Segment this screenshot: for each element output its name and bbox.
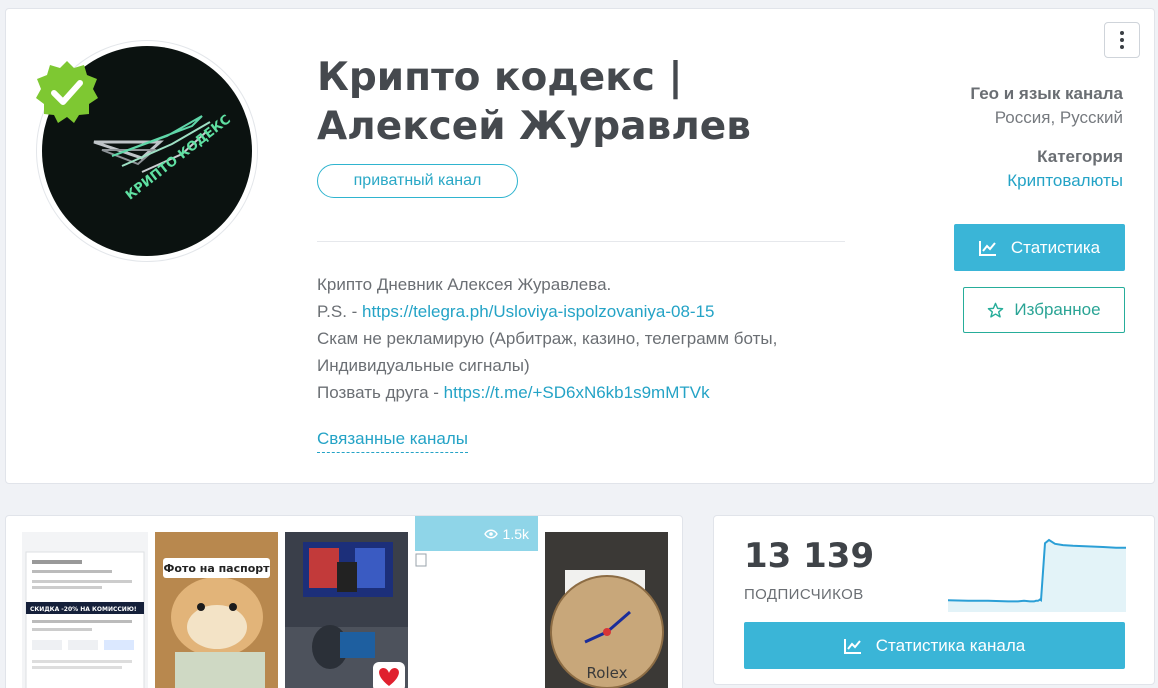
channel-title: Крипто кодекс | Алексей Журавлев (317, 55, 751, 149)
description-line: Крипто Дневник Алексея Журавлева. (317, 275, 612, 294)
category-label: Категория (1037, 147, 1123, 166)
channel-statistics-button[interactable]: Статистика канала (744, 622, 1125, 669)
post-thumbnail[interactable]: СКИДКА -20% НА КОМИССИЮ! (22, 532, 148, 688)
invite-link[interactable]: https://t.me/+SD6xN6kb1s9mMTVk (444, 383, 710, 402)
more-menu-button[interactable] (1104, 22, 1140, 58)
post-thumbnail[interactable] (285, 532, 408, 688)
svg-text:Фото на паспорт: Фото на паспорт (163, 562, 270, 575)
channel-card: КРИПТО КОДЕКС Крипто кодекс | Алексей Жу… (5, 8, 1155, 484)
star-outline-icon (988, 302, 1004, 318)
post-thumbnail[interactable]: Фото на паспорт (155, 532, 278, 688)
subscribers-card: 13 139 ПОДПИСЧИКОВ Статистика канала (713, 515, 1155, 685)
category-block: Категория Криптовалюты (1007, 145, 1123, 193)
description-link[interactable]: https://telegra.ph/Usloviya-ispolzovaniy… (362, 302, 714, 321)
statistics-button-label: Статистика (1010, 237, 1101, 257)
category-link[interactable]: Криптовалюты (1007, 169, 1123, 193)
description-line: Позвать друга - https://t.me/+SD6xN6kb1s… (317, 383, 710, 402)
description-line: P.S. - https://telegra.ph/Usloviya-ispol… (317, 302, 715, 321)
geo-value: Россия, Русский (994, 108, 1123, 127)
channel-statistics-label: Статистика канала (875, 635, 1026, 655)
chart-line-icon (978, 240, 996, 256)
geo-language-block: Гео и язык канала Россия, Русский (970, 82, 1123, 130)
svg-text:Rolex: Rolex (587, 664, 628, 682)
subscriber-count: 13 139 (744, 536, 875, 576)
more-vertical-icon (1120, 31, 1124, 35)
channel-type-badge: приватный канал (317, 164, 518, 198)
subscriber-label: ПОДПИСЧИКОВ (744, 586, 864, 603)
subscribers-sparkline (948, 538, 1126, 612)
favorite-button-label: Избранное (1014, 300, 1101, 319)
svg-text:СКИДКА -20% НА КОМИССИЮ!: СКИДКА -20% НА КОМИССИЮ! (30, 606, 137, 613)
views-count: 1.5k (502, 525, 529, 542)
related-channels-link[interactable]: Связанные каналы (317, 429, 468, 453)
verified-badge-icon (36, 61, 98, 123)
channel-description: Крипто Дневник Алексея Журавлева. P.S. -… (317, 271, 857, 406)
description-line: Индивидуальные сигналы) (317, 356, 530, 375)
post-thumbnail[interactable]: Rolex (545, 532, 668, 688)
divider (317, 241, 845, 242)
geo-label: Гео и язык канала (970, 84, 1123, 103)
recent-posts-card: СКИДКА -20% НА КОМИССИЮ! Фото на паспорт (5, 515, 683, 688)
favorite-button[interactable]: Избранное (963, 287, 1125, 333)
views-overlay: 1.5k (415, 516, 538, 551)
chart-line-icon (843, 638, 861, 654)
statistics-button[interactable]: Статистика (954, 224, 1125, 271)
eye-icon (483, 529, 498, 538)
description-line: Скам не рекламирую (Арбитраж, казино, те… (317, 329, 778, 348)
